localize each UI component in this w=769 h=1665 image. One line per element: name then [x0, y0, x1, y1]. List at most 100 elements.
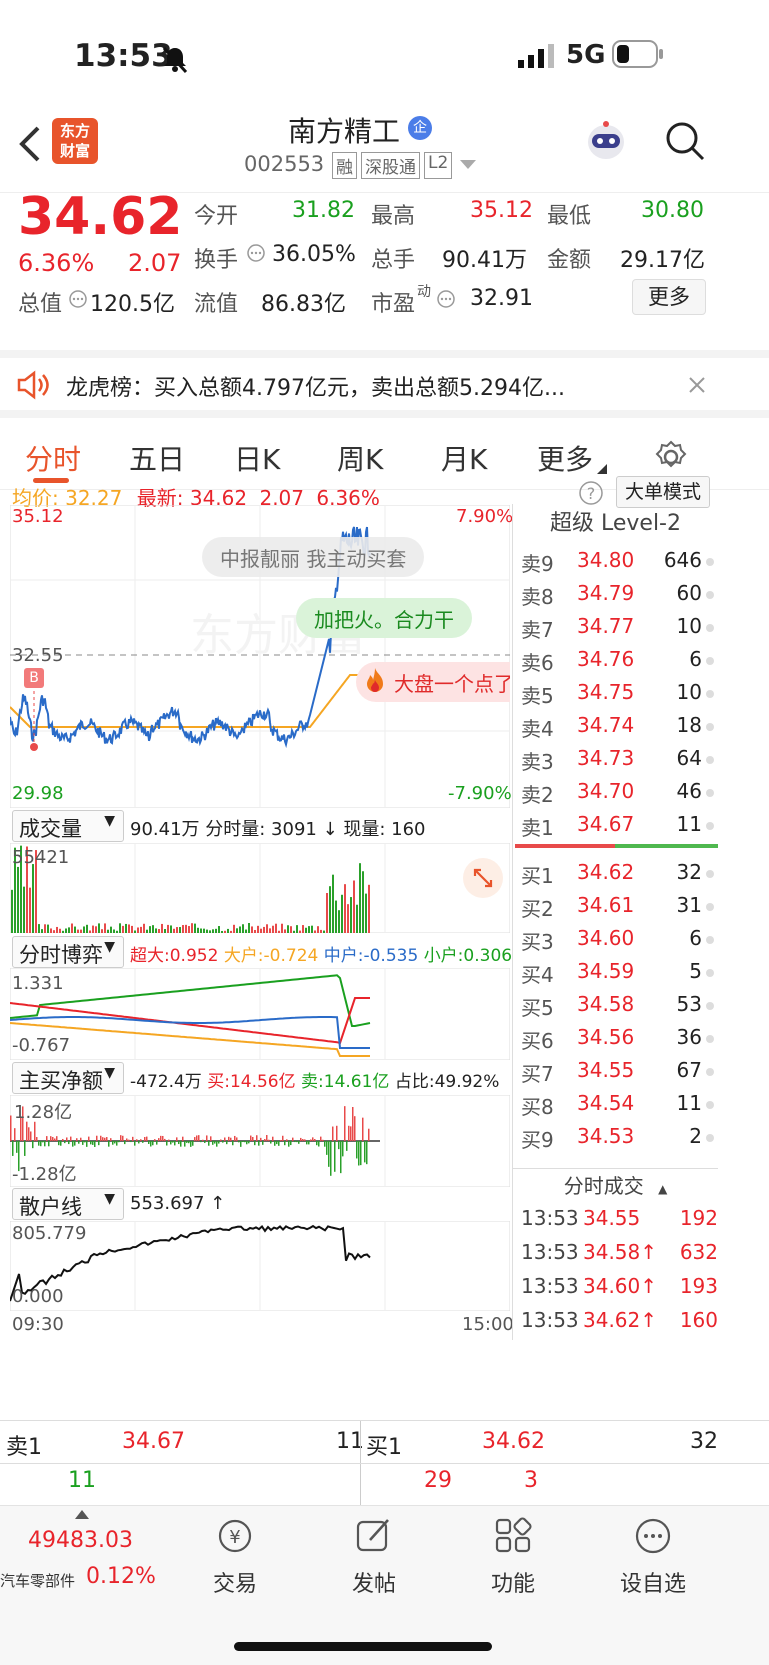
trade-time: 13:53: [521, 1308, 579, 1332]
buy-level-row[interactable]: 买9 34.53 2: [513, 1124, 769, 1157]
volume-bar: [275, 923, 277, 933]
sell-level-row[interactable]: 卖8 34.79 60: [513, 581, 769, 614]
row-dot: [706, 969, 714, 977]
game-selector[interactable]: 分时博弈 ▼: [12, 936, 124, 968]
sell-level-row[interactable]: 卖6 34.76 6: [513, 647, 769, 680]
dropdown-icon[interactable]: [460, 160, 476, 170]
buy1-order[interactable]: 29: [424, 1468, 452, 1493]
sell-level-price: 34.67: [577, 812, 635, 836]
volume-bar: [350, 897, 352, 933]
netbuy-bar: [70, 1136, 72, 1141]
buy1-order[interactable]: 3: [524, 1468, 538, 1493]
netbuy-bar: [250, 1135, 252, 1141]
netbuy-bar: [36, 1137, 38, 1141]
tab-weekly-k[interactable]: 周K: [337, 438, 383, 478]
volume-bar: [248, 923, 250, 933]
volume-bar: [236, 928, 238, 933]
netbuy-bar: [42, 1141, 44, 1143]
volume-bar: [128, 924, 130, 933]
level2-title[interactable]: 超级 Level-2: [513, 504, 718, 544]
search-icon[interactable]: [664, 120, 706, 162]
robot-avatar-icon[interactable]: [584, 120, 628, 166]
sell-level-row[interactable]: 卖4 34.74 18: [513, 713, 769, 746]
tab-intraday[interactable]: 分时: [25, 438, 81, 478]
nav-bar: 东方 财富 南方精工 企 002553 融 深股通 L2: [0, 110, 769, 195]
netbuy-bar: [242, 1141, 244, 1143]
sell-level-row[interactable]: 卖7 34.77 10: [513, 614, 769, 647]
sell-level-price: 34.74: [577, 713, 635, 737]
netbuy-bar: [58, 1141, 60, 1146]
help-icon[interactable]: ?: [578, 480, 604, 506]
netbuy-summary: -472.4万 买:14.56亿 卖:14.61亿 占比:49.92%: [130, 1067, 499, 1092]
buy-level-row[interactable]: 买2 34.61 31: [513, 893, 769, 926]
trades-header[interactable]: 分时成交 ▲: [513, 1168, 718, 1202]
netbuy-selector[interactable]: 主买净额 ▼: [12, 1062, 124, 1094]
volume-bar: [74, 926, 76, 933]
info-dots-icon[interactable]: [436, 289, 456, 309]
volume-bar: [368, 884, 370, 933]
notice-bar[interactable]: 龙虎榜：买入总额4.797亿元，卖出总额5.294亿...: [0, 350, 769, 418]
tab-monthly-k[interactable]: 月K: [441, 438, 487, 478]
buy-level-row[interactable]: 买4 34.59 5: [513, 959, 769, 992]
buy-level-volume: 6: [689, 926, 702, 950]
netbuy-bar: [144, 1137, 146, 1141]
sell1-order[interactable]: 11: [68, 1468, 96, 1493]
comment-bubble[interactable]: 加把火。合力干: [296, 598, 472, 638]
game-chart[interactable]: [10, 968, 510, 1060]
app-logo[interactable]: 东方 财富: [52, 118, 98, 164]
comment-bubble[interactable]: 大盘一个点了: [356, 662, 510, 702]
sell-level-row[interactable]: 卖2 34.70 46: [513, 779, 769, 812]
volume-bar: [77, 929, 79, 933]
back-icon[interactable]: [16, 124, 42, 164]
buy-marker-badge[interactable]: B: [24, 668, 44, 688]
sell-level-row[interactable]: 卖5 34.75 10: [513, 680, 769, 713]
buy-level-row[interactable]: 买5 34.58 53: [513, 992, 769, 1025]
sell-level-row[interactable]: 卖3 34.73 64: [513, 746, 769, 779]
buy-level-row[interactable]: 买1 34.62 32: [513, 860, 769, 893]
row-dot: [706, 822, 714, 830]
legend-small: 小户:0.306: [423, 946, 513, 966]
expand-button[interactable]: [463, 858, 503, 898]
info-dots-icon[interactable]: [246, 243, 266, 263]
trade-button[interactable]: ¥ 交易: [180, 1516, 290, 1598]
tab-5day[interactable]: 五日: [129, 438, 185, 478]
float-value: 86.83亿: [261, 292, 346, 317]
buy-level-row[interactable]: 买8 34.54 11: [513, 1091, 769, 1124]
volume-bar: [140, 926, 142, 933]
netbuy-bar: [102, 1137, 104, 1141]
volume-selector-label: 成交量: [19, 817, 82, 841]
sell-level-row[interactable]: 卖9 34.80 646: [513, 548, 769, 581]
volume-selector[interactable]: 成交量 ▼: [12, 810, 124, 842]
netbuy-chart[interactable]: [10, 1095, 510, 1187]
more-button[interactable]: 更多: [632, 279, 706, 315]
comment-text: 大盘一个点了: [394, 672, 510, 696]
buy-level-row[interactable]: 买7 34.55 67: [513, 1058, 769, 1091]
volume-bar: [209, 930, 211, 933]
netbuy-bar: [32, 1141, 34, 1149]
info-dots-icon[interactable]: [68, 289, 88, 309]
volume-bar: [260, 928, 262, 933]
volume-chart[interactable]: [10, 843, 510, 933]
index-name: 汽车零部件: [0, 1572, 76, 1590]
float-label: 流值: [194, 292, 239, 317]
sell-level-row[interactable]: 卖1 34.67 11: [513, 812, 769, 845]
tab-more[interactable]: 更多: [537, 438, 593, 478]
buy-level-row[interactable]: 买6 34.56 36: [513, 1025, 769, 1058]
functions-button[interactable]: 功能: [458, 1516, 568, 1598]
retail-selector[interactable]: 散户线 ▼: [12, 1188, 124, 1220]
netbuy-bar: [52, 1136, 54, 1141]
settings-icon[interactable]: [654, 440, 688, 474]
add-watchlist-button[interactable]: 设自选: [598, 1516, 708, 1598]
volume-bar: [149, 926, 151, 933]
post-button[interactable]: 发帖: [319, 1516, 429, 1598]
game-legend: 超大:0.952 大户:-0.724 中户:-0.535 小户:0.306: [130, 941, 512, 966]
enterprise-badge: 企: [408, 116, 432, 140]
tab-daily-k[interactable]: 日K: [234, 438, 280, 478]
buy-level-price: 34.62: [577, 860, 635, 884]
netbuy-bar: [210, 1136, 212, 1141]
comment-bubble[interactable]: 中报靓丽 我主动买套: [202, 537, 425, 577]
netbuy-bar: [126, 1138, 128, 1141]
close-icon[interactable]: [688, 376, 706, 394]
buy-level-row[interactable]: 买3 34.60 6: [513, 926, 769, 959]
volume-bar: [146, 929, 148, 933]
